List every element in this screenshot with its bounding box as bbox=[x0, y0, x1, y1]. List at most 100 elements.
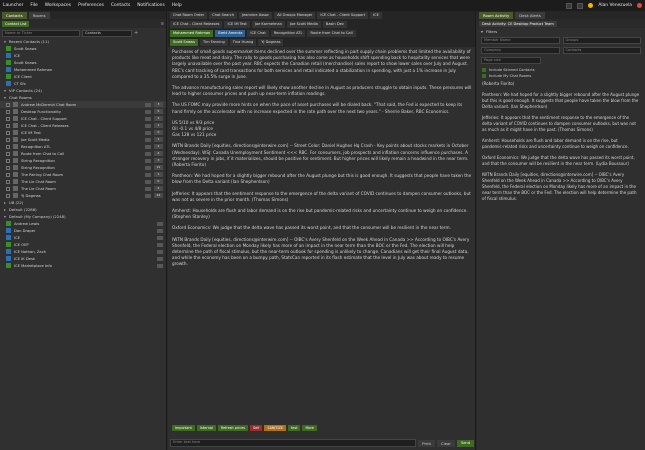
chat-tab[interactable]: Tina Huang bbox=[229, 39, 257, 46]
add-contact-icon[interactable]: + bbox=[134, 30, 138, 36]
member-name-input[interactable]: Member Name bbox=[481, 37, 560, 44]
contact-row[interactable]: Dan Draper bbox=[0, 227, 166, 234]
checkbox[interactable] bbox=[6, 151, 10, 156]
checkbox[interactable] bbox=[6, 130, 10, 135]
tag-chip[interactable]: Important bbox=[172, 425, 195, 431]
chat-room-row[interactable]: Joe Scott Media 1 bbox=[0, 136, 166, 143]
chat-room-row[interactable]: Route from Chat to Call 4 bbox=[0, 150, 166, 157]
contact-row[interactable]: Andrew Lewis bbox=[0, 220, 166, 227]
chat-room-row[interactable]: Recognition ATL 2 bbox=[0, 143, 166, 150]
company-select[interactable]: Company bbox=[481, 47, 560, 54]
chat-tab[interactable]: Jeannine Assoc bbox=[239, 12, 273, 19]
chat-tab[interactable]: Chat Room Order bbox=[170, 12, 208, 19]
checkbox[interactable] bbox=[6, 186, 10, 191]
chat-room-row[interactable]: ICE IM Test 0 bbox=[0, 129, 166, 136]
contact-row[interactable]: Scott Snaws bbox=[0, 45, 166, 52]
chat-tab[interactable]: Chat Search bbox=[209, 12, 238, 19]
filters-section[interactable]: ▾ Filters bbox=[477, 28, 645, 35]
contact-row[interactable]: ICE OEP bbox=[0, 241, 166, 248]
tag-chip[interactable]: SANITIZE bbox=[264, 425, 286, 431]
contact-row[interactable]: ICE IK Desk bbox=[0, 255, 166, 262]
chat-room-row[interactable]: YJ Dogmas 44 bbox=[0, 192, 166, 199]
send-button[interactable]: Send bbox=[456, 439, 474, 447]
contact-row[interactable]: Mohammed Rahman bbox=[0, 66, 166, 73]
checkbox[interactable] bbox=[6, 123, 10, 128]
tab-contacts[interactable]: Contacts bbox=[2, 11, 27, 19]
section-default[interactable]: ▸ Default (2286) bbox=[0, 206, 166, 213]
contact-row[interactable]: ICE Nathan, Zack bbox=[0, 248, 166, 255]
contact-row[interactable]: ICE bbox=[0, 234, 166, 241]
menu-icon[interactable]: ≡ bbox=[160, 21, 164, 26]
tile-icon[interactable] bbox=[577, 2, 584, 9]
tag-chip[interactable]: Self bbox=[249, 425, 263, 431]
contact-row[interactable]: Scott Snaws bbox=[0, 59, 166, 66]
contact-row[interactable]: ICE Marketplace Info bbox=[0, 262, 166, 269]
menu-preferences[interactable]: Preferences bbox=[78, 3, 104, 8]
chat-tab[interactable]: YJ Dogmas bbox=[258, 39, 284, 46]
layout-icon[interactable] bbox=[566, 2, 573, 9]
chat-tab[interactable]: ICE IM Test bbox=[224, 21, 250, 28]
notification-icon[interactable] bbox=[637, 3, 642, 8]
user-name[interactable]: Alan Venezuela bbox=[598, 3, 632, 8]
checkbox[interactable] bbox=[6, 158, 10, 163]
chat-tab[interactable]: ICE Chat - Client Releases bbox=[170, 21, 223, 28]
chat-room-row[interactable]: ICE Chat - Client Support 2 bbox=[0, 115, 166, 122]
chat-room-row[interactable]: Andrew McDermid Chat Room 3 bbox=[0, 101, 166, 108]
checkbox[interactable] bbox=[6, 193, 10, 198]
chat-tab[interactable]: ICE Chat - Client Support bbox=[317, 12, 369, 19]
tab-rooms[interactable]: Rooms bbox=[28, 11, 50, 19]
section-chat-rooms[interactable]: ▾ Chat Rooms bbox=[0, 94, 166, 101]
chat-room-row[interactable]: The Pairing Chat Room 1 bbox=[0, 171, 166, 178]
checkbox[interactable] bbox=[6, 179, 10, 184]
print-button[interactable]: Print bbox=[418, 439, 435, 447]
chat-tab[interactable]: All Groups Manager bbox=[274, 12, 316, 19]
contact-row[interactable]: ICE Client bbox=[0, 73, 166, 80]
chat-tab[interactable]: Tim Fanning bbox=[200, 39, 228, 46]
chat-tab[interactable]: ICE bbox=[370, 12, 382, 19]
contact-row[interactable]: CT Sfx bbox=[0, 80, 166, 87]
contacts-select[interactable]: Contacts bbox=[562, 47, 641, 54]
menu-help[interactable]: Help bbox=[172, 3, 182, 8]
groups-select[interactable]: Groups bbox=[562, 37, 641, 44]
chat-room-row[interactable]: ICE Chat - Client Releases 1 bbox=[0, 122, 166, 129]
chat-tab[interactable]: Recognition ATL bbox=[270, 30, 306, 37]
chat-room-row[interactable]: String Recognition 3 bbox=[0, 157, 166, 164]
checkbox[interactable] bbox=[6, 165, 10, 170]
contacts-dropdown[interactable]: Contacts bbox=[82, 29, 132, 37]
chat-tab[interactable]: Route from Chat to Call bbox=[307, 30, 356, 37]
chat-tab[interactable]: Joe Scott Media bbox=[287, 21, 321, 28]
chat-tab[interactable]: Mohammed Rahman bbox=[170, 30, 214, 37]
section-recent[interactable]: ▾ Recent Contacts (11) bbox=[0, 38, 166, 45]
menu-launcher[interactable]: Launcher bbox=[3, 3, 23, 8]
chat-room-row[interactable]: The Lie Chat Room 0 bbox=[0, 178, 166, 185]
chat-room-row[interactable]: String Recognition 12 bbox=[0, 164, 166, 171]
chat-tab[interactable]: ICE Chat bbox=[247, 30, 269, 37]
menu-contacts[interactable]: Contacts bbox=[111, 3, 130, 8]
tab-desk-alerts[interactable]: Desk Alerts bbox=[515, 11, 545, 19]
tag-chip[interactable]: More bbox=[302, 425, 317, 431]
chat-room-row[interactable]: The Lie Chat Room 2 bbox=[0, 185, 166, 192]
chat-room-row[interactable]: Desktop Functionality 5 bbox=[0, 108, 166, 115]
message-input[interactable]: Enter text here bbox=[170, 439, 417, 447]
section-default-company[interactable]: ▾ Default (My Company) (2248) bbox=[0, 213, 166, 220]
checkbox[interactable] bbox=[6, 137, 10, 142]
menu-workspaces[interactable]: Workspaces bbox=[45, 3, 71, 8]
activity-title[interactable]: Desk Activity: CE Desktop Product Team bbox=[479, 20, 557, 27]
checkbox[interactable] bbox=[6, 144, 10, 149]
menu-file[interactable]: File bbox=[30, 3, 37, 8]
contact-list-filter[interactable]: Contact List bbox=[2, 20, 30, 27]
chat-tab[interactable]: Brett Amenta bbox=[215, 30, 246, 37]
section-ub[interactable]: ▸ UB (22) bbox=[0, 199, 166, 206]
tag-chip[interactable]: Refresh prices bbox=[217, 425, 248, 431]
checkbox[interactable] bbox=[6, 102, 10, 107]
tag-chip[interactable]: Internal bbox=[196, 425, 216, 431]
clear-button[interactable]: Clear bbox=[437, 439, 455, 447]
contact-row[interactable]: ICE bbox=[0, 52, 166, 59]
chat-tab[interactable]: Basin Dev bbox=[322, 21, 347, 28]
checkbox[interactable] bbox=[6, 116, 10, 121]
chat-tab[interactable]: Scott Snaws bbox=[170, 39, 198, 46]
tab-room-activity[interactable]: Room Activity bbox=[479, 11, 514, 19]
checkbox[interactable] bbox=[6, 172, 10, 177]
menu-notifications[interactable]: Notifications bbox=[137, 3, 164, 8]
checkbox[interactable] bbox=[6, 109, 10, 114]
